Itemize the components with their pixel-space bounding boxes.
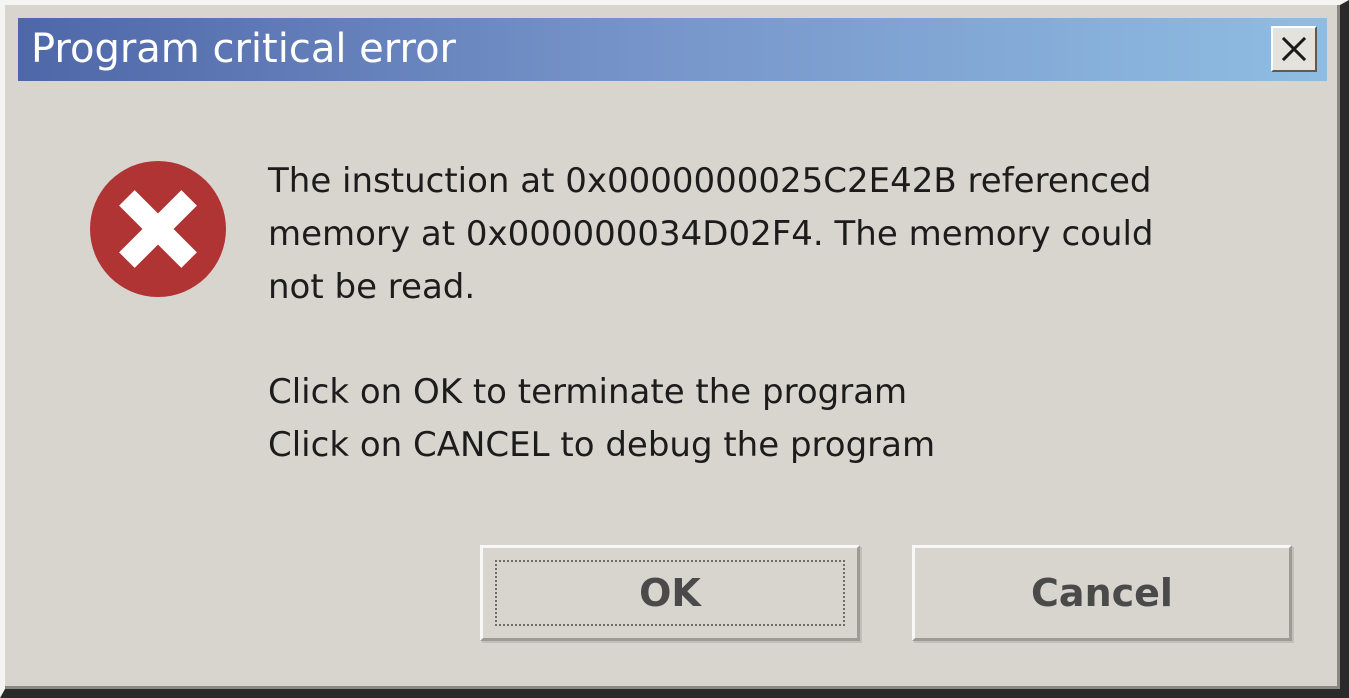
ok-button-label: OK <box>639 571 701 615</box>
instruction-cancel: Click on CANCEL to debug the program <box>268 425 936 465</box>
error-message: The instuction at 0x0000000025C2E42B ref… <box>268 155 1268 472</box>
close-icon <box>1281 36 1307 62</box>
title-bar[interactable]: Program critical error <box>18 18 1327 81</box>
ok-button[interactable]: OK <box>480 545 860 641</box>
message-line: memory at 0x000000034D02F4. The memory c… <box>268 214 1154 254</box>
instruction-ok: Click on OK to terminate the program <box>268 372 908 412</box>
window-title: Program critical error <box>31 26 456 72</box>
message-line: not be read. <box>268 267 476 307</box>
cancel-button-label: Cancel <box>1031 571 1173 615</box>
close-button[interactable] <box>1271 26 1317 72</box>
error-x-icon <box>90 161 226 297</box>
error-dialog: Program critical error The instuction at… <box>0 0 1349 698</box>
message-line: The instuction at 0x0000000025C2E42B ref… <box>268 161 1152 201</box>
cancel-button[interactable]: Cancel <box>912 545 1292 641</box>
